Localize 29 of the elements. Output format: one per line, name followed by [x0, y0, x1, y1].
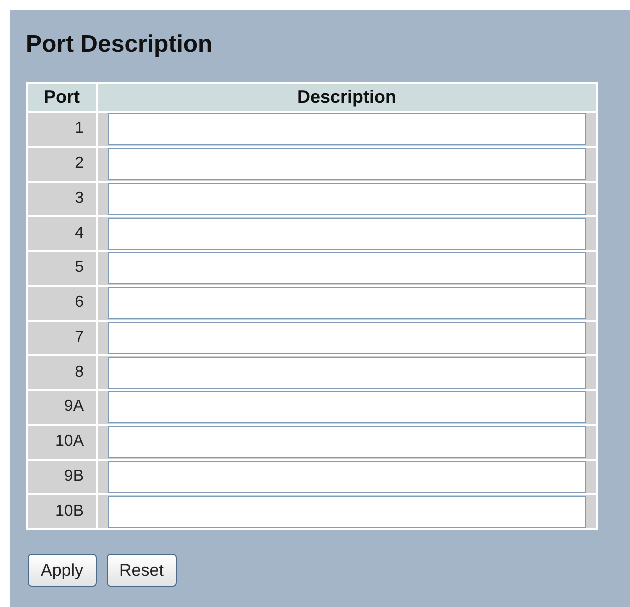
description-field[interactable] — [108, 218, 586, 250]
description-field[interactable] — [108, 496, 586, 528]
form-button[interactable]: Apply — [28, 554, 97, 587]
description-field[interactable] — [108, 287, 586, 320]
port-cell: 9B — [27, 460, 97, 494]
column-header: Port — [27, 83, 97, 112]
description-field[interactable] — [108, 113, 586, 146]
page-title: Port Description — [26, 30, 213, 60]
port-cell: 3 — [27, 182, 97, 216]
description-field[interactable] — [108, 148, 586, 180]
column-header: Description — [97, 83, 597, 112]
port-cell: 6 — [27, 286, 97, 320]
description-field[interactable] — [108, 252, 586, 284]
port-cell: 2 — [27, 146, 97, 182]
description-field[interactable] — [108, 426, 586, 458]
port-cell: 10B — [27, 494, 97, 529]
form-button[interactable]: Reset — [106, 554, 177, 587]
description-field[interactable] — [108, 391, 586, 424]
description-field[interactable] — [108, 460, 586, 493]
description-field[interactable] — [108, 322, 586, 354]
port-cell: 5 — [27, 251, 97, 286]
description-field[interactable] — [108, 356, 586, 389]
port-cell: 7 — [27, 320, 97, 356]
port-cell: 9A — [27, 390, 97, 425]
port-cell: 1 — [27, 112, 97, 147]
port-cell: 10A — [27, 424, 97, 460]
description-field[interactable] — [108, 182, 586, 215]
port-cell: 8 — [27, 355, 97, 390]
port-cell: 4 — [27, 216, 97, 251]
